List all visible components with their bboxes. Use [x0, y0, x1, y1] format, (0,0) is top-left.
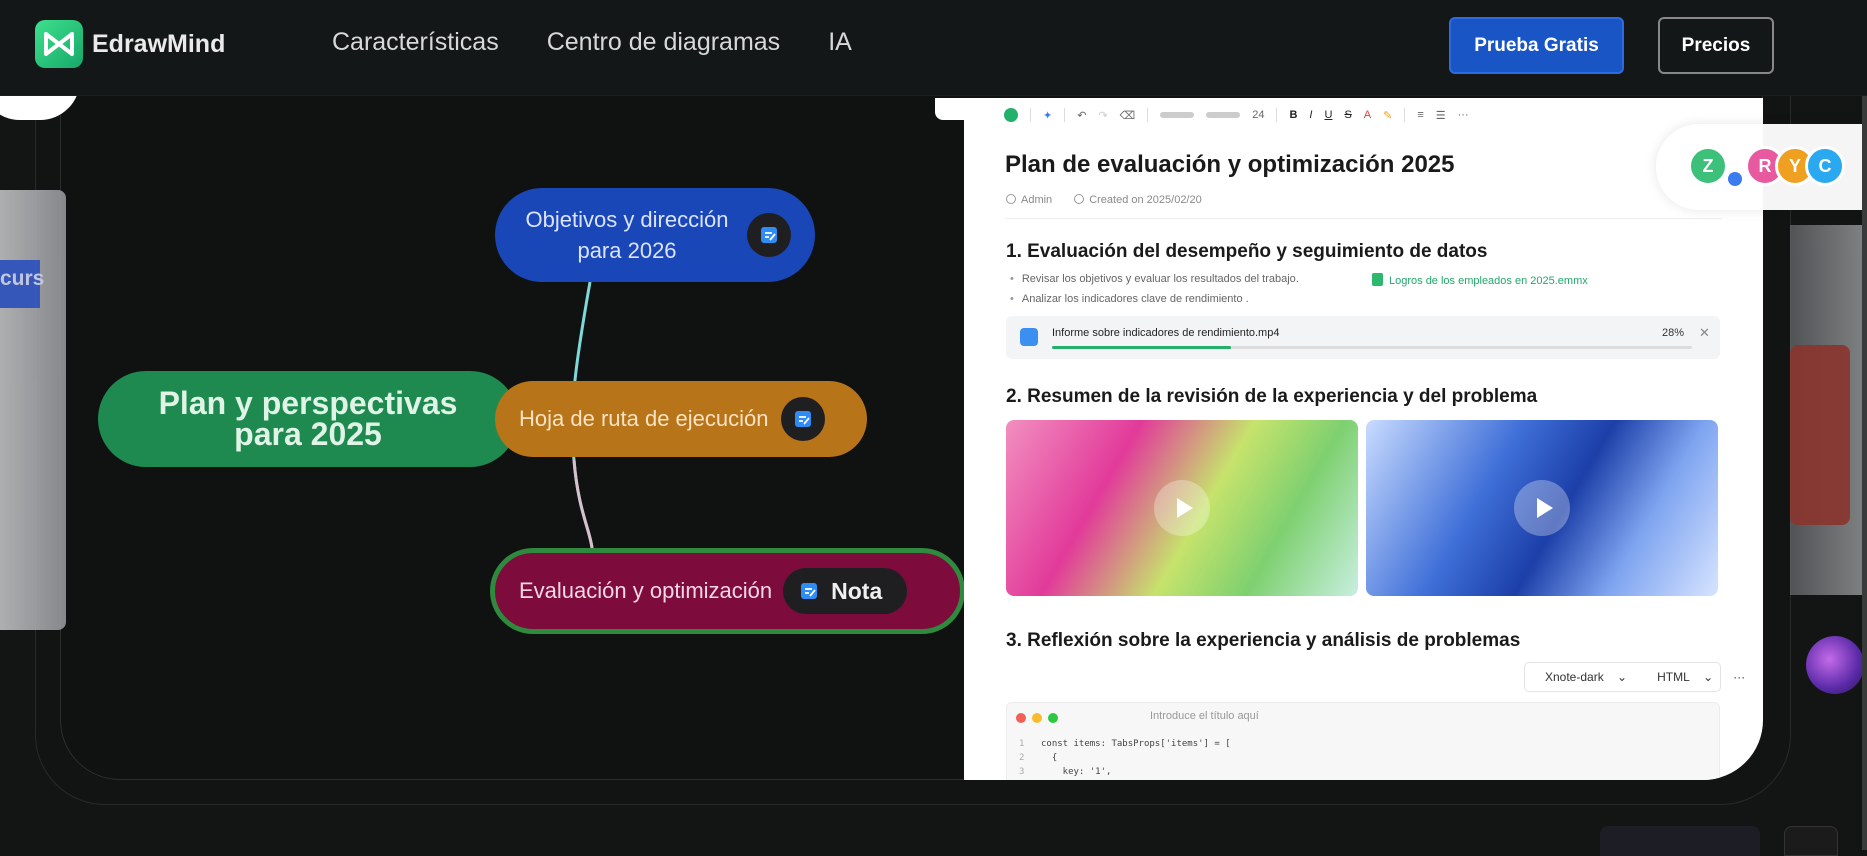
theme-select[interactable]: Xnote-dark ⌄ [1525, 670, 1637, 684]
root-node-label: Plan y perspectivas para 2025 [158, 385, 458, 452]
code-block-controls: Xnote-dark ⌄ HTML ⌄ ··· [1524, 662, 1745, 692]
avatar[interactable]: Z [1688, 146, 1728, 186]
note-icon[interactable] [780, 397, 825, 441]
free-trial-button[interactable]: Prueba Gratis [1449, 17, 1624, 74]
video-thumbnail[interactable] [1006, 420, 1358, 596]
document-meta: Admin Created on 2025/02/20 [1006, 194, 1202, 206]
mindmap-branch-objetivos[interactable]: Objetivos y dirección para 2026 [495, 188, 815, 282]
brand-name: EdrawMind [92, 29, 226, 58]
strikethrough-icon[interactable]: S [1344, 109, 1351, 121]
clock-icon [1074, 194, 1085, 204]
maximize-dot-icon [1048, 713, 1058, 723]
nav-link-centro-diagramas[interactable]: Centro de diagramas [547, 28, 780, 57]
side-preview-right [1790, 225, 1867, 595]
code-line: 2 { [1019, 753, 1058, 763]
author-name: Admin [1021, 194, 1053, 206]
bullet-item: Analizar los indicadores clave de rendim… [1010, 293, 1249, 305]
font-style-select[interactable] [1206, 112, 1241, 118]
brand-logo[interactable]: EdrawMind [35, 20, 225, 68]
nav-links: Características Centro de diagramas IA [332, 28, 852, 57]
more-icon[interactable]: ··· [1458, 109, 1469, 121]
note-document-panel: ✦ ↶ ↷ ⌫ 24 B I U S A ✎ ≡ ☰ ··· Plan de e… [964, 98, 1763, 780]
mindmap-root-node[interactable]: Plan y perspectivas para 2025 [98, 371, 518, 467]
bullet-item: Revisar los objetivos y evaluar los resu… [1010, 273, 1299, 285]
code-block[interactable]: Introduce el título aquí 1 const items: T… [1006, 702, 1720, 780]
mindmap-branch-evaluacion[interactable]: Evaluación y optimización Nota [490, 548, 965, 634]
owner-star-icon [1728, 172, 1742, 186]
video-file-icon [1020, 328, 1038, 346]
ai-assistant-orb-icon[interactable] [1806, 636, 1864, 694]
branch-label: Evaluación y optimización [519, 578, 773, 603]
italic-icon[interactable]: I [1309, 109, 1312, 121]
editor-toolbar: ✦ ↶ ↷ ⌫ 24 B I U S A ✎ ≡ ☰ ··· [1004, 108, 1469, 122]
play-icon[interactable] [1154, 480, 1210, 536]
collaborator-avatars: Z R Y C [1656, 124, 1867, 210]
side-preview-label: curs [0, 267, 45, 290]
upload-progress-bar [1052, 346, 1692, 349]
play-icon[interactable] [1514, 480, 1570, 536]
text-color-icon[interactable]: A [1364, 109, 1371, 121]
edrawmind-logo-icon [35, 20, 83, 68]
top-navigation: EdrawMind Características Centro de diag… [0, 0, 1867, 96]
avatar[interactable]: C [1805, 146, 1845, 186]
code-line: 1 const items: TabsProps['items'] = [ [1019, 739, 1231, 749]
minimize-dot-icon [1032, 713, 1042, 723]
redo-icon[interactable]: ↷ [1098, 109, 1107, 122]
align-icon[interactable]: ≡ [1417, 109, 1423, 121]
list-icon[interactable]: ☰ [1436, 109, 1446, 122]
section-heading-3: 3. Reflexión sobre la experiencia y anál… [1006, 630, 1521, 651]
mindmap-branch-hoja-de-ruta[interactable]: Hoja de ruta de ejecución [495, 381, 867, 457]
note-chip[interactable]: Nota [783, 568, 908, 614]
created-date: Created on 2025/02/20 [1089, 194, 1202, 206]
upload-progress-fill [1052, 346, 1232, 349]
nav-link-ia[interactable]: IA [828, 28, 852, 57]
highlight-icon[interactable]: ✎ [1383, 109, 1392, 122]
file-name: Informe sobre indicadores de rendimiento… [1052, 327, 1280, 339]
font-size-select[interactable]: 24 [1252, 109, 1264, 121]
note-chip-label: Nota [831, 577, 883, 604]
note-icon [801, 583, 818, 599]
code-line: 3 key: '1', [1019, 767, 1112, 777]
nav-link-caracteristicas[interactable]: Características [332, 28, 499, 57]
section-heading-1: 1. Evaluación del desempeño y seguimient… [1006, 241, 1488, 262]
document-title: Plan de evaluación y optimización 2025 [1005, 151, 1455, 178]
add-icon[interactable] [1004, 108, 1018, 122]
video-thumbnail[interactable] [1366, 420, 1718, 596]
bold-icon[interactable]: B [1289, 109, 1297, 121]
divider [1005, 218, 1722, 219]
attachment-link[interactable]: Logros de los empleados en 2025.emmx [1372, 273, 1588, 287]
side-preview-card [1790, 345, 1850, 525]
scroll-to-top-button[interactable] [1784, 826, 1838, 856]
section-heading-2: 2. Resumen de la revisión de la experien… [1006, 386, 1538, 407]
underline-icon[interactable]: U [1324, 109, 1332, 121]
language-select[interactable]: HTML ⌄ [1637, 670, 1723, 684]
mindmap-file-icon [1372, 273, 1383, 286]
note-icon[interactable] [747, 213, 791, 257]
format-painter-icon[interactable]: ⌫ [1120, 109, 1136, 122]
side-preview-left: curs [0, 190, 66, 630]
user-icon [1006, 194, 1016, 204]
branch-label: Hoja de ruta de ejecución [519, 406, 769, 431]
undo-icon[interactable]: ↶ [1077, 109, 1086, 122]
video-upload-card[interactable]: Informe sobre indicadores de rendimiento… [1006, 316, 1720, 359]
doc-tab-corner [935, 98, 965, 120]
page-scrollbar[interactable] [1862, 0, 1867, 850]
close-icon[interactable]: ✕ [1699, 325, 1710, 341]
floating-widget[interactable] [1600, 826, 1760, 856]
font-family-select[interactable] [1160, 112, 1195, 118]
code-more-icon[interactable]: ··· [1723, 670, 1755, 684]
window-dots [1016, 713, 1058, 723]
close-dot-icon [1016, 713, 1026, 723]
ai-sparkle-icon[interactable]: ✦ [1043, 109, 1052, 122]
branch-label: Objetivos y dirección para 2026 [525, 207, 729, 263]
prices-button[interactable]: Precios [1658, 17, 1774, 74]
upload-percent: 28% [1662, 327, 1685, 339]
code-title-placeholder[interactable]: Introduce el título aquí [1150, 710, 1259, 722]
